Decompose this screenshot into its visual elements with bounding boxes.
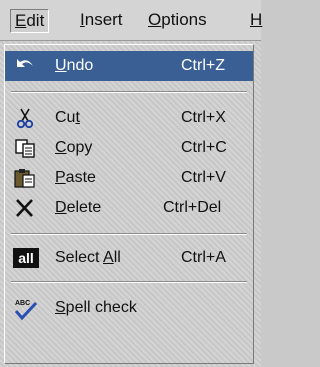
shortcut-text: Ctrl+C (181, 139, 227, 156)
menu-item-label: Cut (55, 109, 80, 126)
menu-item-select-all[interactable]: all Select All Ctrl+A (5, 243, 253, 273)
menu-item-label: Select All (55, 249, 121, 266)
scissors-icon (13, 107, 37, 129)
menu-item-spell-check[interactable]: ABC Spell check (5, 293, 253, 323)
menu-insert[interactable]: Insert (76, 9, 127, 31)
menu-item-delete[interactable]: Delete Ctrl+Del (5, 193, 253, 223)
menu-item-label: Copy (55, 139, 93, 156)
menu-separator (11, 233, 247, 235)
x-icon (13, 197, 37, 219)
menu-item-label: Delete (55, 199, 102, 216)
edit-menu-screenshot: Edit Insert Options H Undo Ctrl+Z Cut Ct… (0, 0, 262, 367)
svg-text:ABC: ABC (15, 300, 30, 307)
undo-arrow-icon (13, 55, 37, 77)
menu-item-undo[interactable]: Undo Ctrl+Z (5, 51, 253, 81)
menu-item-label: Paste (55, 169, 96, 186)
menu-item-cut[interactable]: Cut Ctrl+X (5, 103, 253, 133)
spellcheck-icon: ABC (13, 297, 38, 321)
copy-pages-icon (13, 137, 37, 159)
all-icon: all (13, 248, 39, 268)
shortcut-text: Ctrl+V (181, 169, 226, 186)
menu-item-paste[interactable]: Paste Ctrl+V (5, 163, 253, 193)
shortcut-text: Ctrl+X (181, 109, 226, 126)
menu-options[interactable]: Options (144, 9, 211, 31)
menu-help[interactable]: H (246, 9, 266, 31)
edit-dropdown: Undo Ctrl+Z Cut Ctrl+X Copy Ctrl+C Paste… (4, 44, 254, 364)
shortcut-text: Ctrl+A (181, 249, 226, 266)
menu-separator (11, 91, 247, 93)
clipboard-icon (13, 167, 37, 189)
menu-item-label: Undo (55, 57, 94, 74)
shortcut-text: Ctrl+Del (163, 199, 222, 216)
menu-edit[interactable]: Edit (10, 9, 50, 33)
menu-item-label: Spell check (55, 299, 137, 316)
menu-item-copy[interactable]: Copy Ctrl+C (5, 133, 253, 163)
shortcut-text: Ctrl+Z (181, 57, 225, 74)
menu-separator (11, 281, 247, 283)
menu-bar: Edit Insert Options H (0, 0, 262, 41)
